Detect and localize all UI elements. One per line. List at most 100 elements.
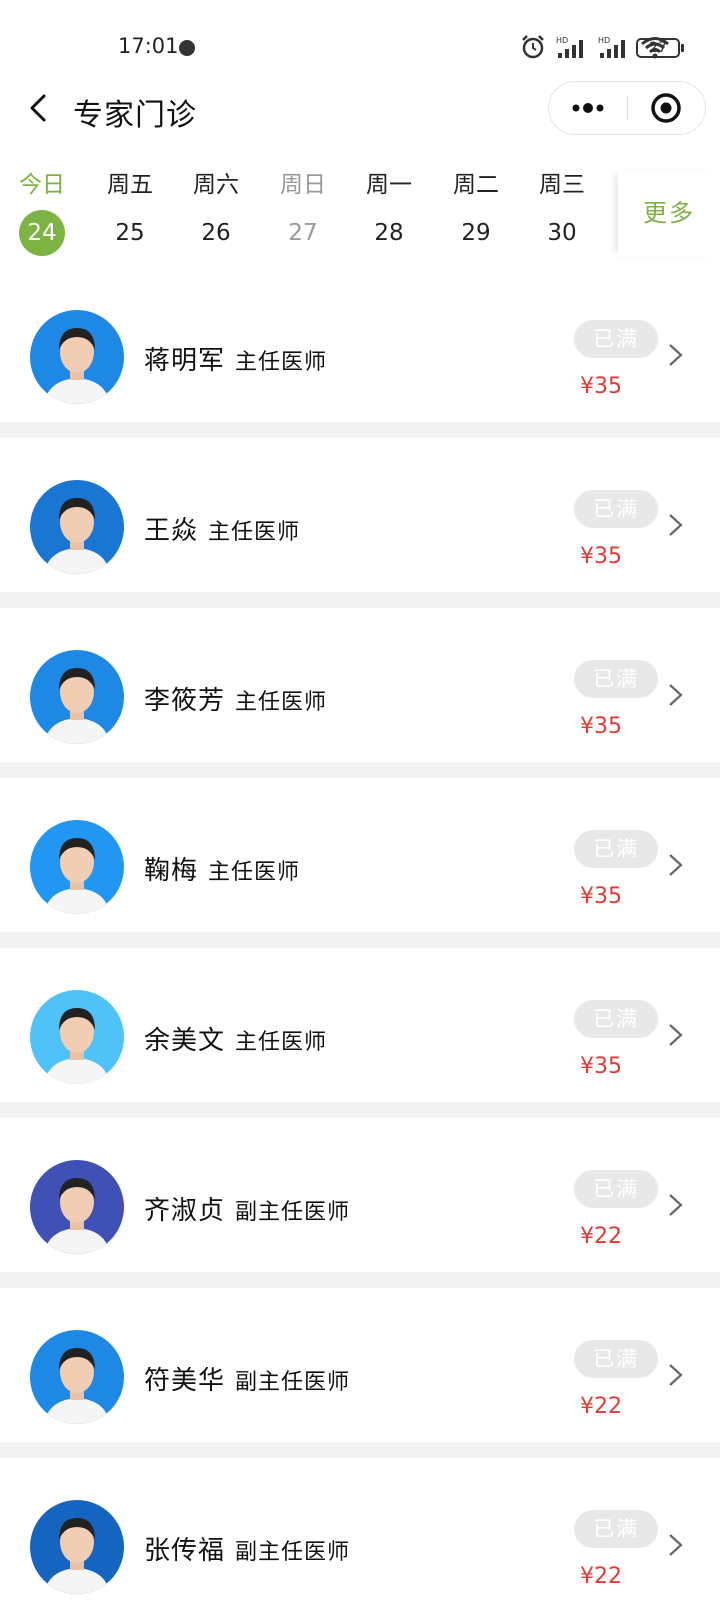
mini-program-capsule: [548, 81, 706, 135]
doctor-avatar: [30, 1500, 124, 1594]
consult-price: ¥22: [580, 1224, 622, 1249]
doctor-avatar: [30, 650, 124, 744]
battery-level: 27: [649, 40, 667, 56]
full-status-badge: 已满: [574, 1170, 658, 1208]
date-tab-day: 26: [201, 220, 231, 246]
doctor-row[interactable]: 余美文 主任医师 已满 ¥35: [0, 948, 720, 1118]
doctor-row[interactable]: 鞠梅 主任医师 已满 ¥35: [0, 778, 720, 948]
date-tab-day: 27: [288, 220, 318, 246]
doctor-avatar: [30, 1330, 124, 1424]
date-tab[interactable]: 今日 24: [0, 166, 84, 262]
chevron-right-icon: [669, 1534, 683, 1556]
doctor-list: 蒋明军 主任医师 已满 ¥35 王焱 主任医师 已满 ¥35 李筱芳 主任医师 已满 ¥35 鞠梅 主任医…: [0, 268, 720, 1600]
doctor-row[interactable]: 王焱 主任医师 已满 ¥35: [0, 438, 720, 608]
doctor-name-block: 蒋明军 主任医师: [144, 340, 327, 377]
doctor-name: 蒋明军: [144, 346, 226, 376]
close-mini-program-button[interactable]: [628, 82, 706, 134]
doctor-title: 副主任医师: [235, 1370, 351, 1395]
full-status-badge: 已满: [574, 830, 658, 868]
date-tab-weekday: 周六: [193, 172, 239, 198]
more-dates-label: 更多: [643, 199, 695, 227]
chevron-right-icon: [669, 854, 683, 876]
more-dots-icon: [572, 103, 604, 113]
doctor-avatar: [30, 1160, 124, 1254]
doctor-row[interactable]: 符美华 副主任医师 已满 ¥22: [0, 1288, 720, 1458]
chevron-right-icon: [669, 684, 683, 706]
doctor-title: 主任医师: [235, 690, 328, 715]
doctor-title: 主任医师: [208, 520, 301, 545]
chevron-right-icon: [669, 344, 683, 366]
date-tab[interactable]: 周二 29: [434, 166, 518, 262]
consult-price: ¥35: [580, 884, 622, 909]
doctor-row[interactable]: 齐淑贞 副主任医师 已满 ¥22: [0, 1118, 720, 1288]
avatar-photo-icon: [30, 1500, 124, 1594]
doctor-row[interactable]: 李筱芳 主任医师 已满 ¥35: [0, 608, 720, 778]
consult-price: ¥35: [580, 1054, 622, 1079]
full-status-badge: 已满: [574, 1340, 658, 1378]
svg-text:HD: HD: [598, 36, 610, 45]
full-status-badge: 已满: [574, 1000, 658, 1038]
doctor-name-block: 李筱芳 主任医师: [144, 680, 327, 717]
doctor-name-block: 齐淑贞 副主任医师: [144, 1190, 350, 1227]
avatar-photo-icon: [30, 1160, 124, 1254]
doctor-avatar: [30, 990, 124, 1084]
doctor-name-block: 符美华 副主任医师: [144, 1360, 350, 1397]
date-tab[interactable]: 周五 25: [88, 166, 172, 262]
chevron-left-icon: [30, 94, 46, 122]
back-button[interactable]: [22, 86, 66, 130]
doctor-title: 主任医师: [235, 1030, 328, 1055]
date-tab-day: 24: [19, 210, 65, 256]
doctor-name: 符美华: [144, 1366, 226, 1396]
consult-price: ¥35: [580, 714, 622, 739]
consult-price: ¥22: [580, 1564, 622, 1589]
full-status-badge: 已满: [574, 320, 658, 358]
more-dates-button[interactable]: 更多: [618, 170, 720, 256]
consult-price: ¥22: [580, 1394, 622, 1419]
doctor-row[interactable]: 张传福 副主任医师 已满 ¥22: [0, 1458, 720, 1600]
doctor-title: 主任医师: [208, 860, 301, 885]
doctor-title: 主任医师: [235, 350, 328, 375]
date-tab[interactable]: 周三 30: [520, 166, 604, 262]
date-tab[interactable]: 周日 27: [261, 166, 345, 262]
doctor-row[interactable]: 蒋明军 主任医师 已满 ¥35: [0, 268, 720, 438]
date-tab-day: 29: [461, 220, 491, 246]
doctor-title: 副主任医师: [235, 1200, 351, 1225]
date-tab-day: 25: [115, 220, 145, 246]
date-tab-weekday: 周一: [366, 172, 412, 198]
doctor-name: 余美文: [144, 1026, 226, 1056]
date-tabs: 今日 24 周五 25 周六 26 周日 27 周一 28 周二 29 周三 30: [0, 166, 720, 266]
svg-text:HD: HD: [556, 36, 568, 45]
status-time: 17:01: [118, 34, 179, 58]
more-options-button[interactable]: [549, 82, 627, 134]
avatar-photo-icon: [30, 310, 124, 404]
full-status-badge: 已满: [574, 1510, 658, 1548]
nav-bar: 专家门诊: [0, 80, 720, 136]
doctor-name-block: 张传福 副主任医师: [144, 1530, 350, 1567]
date-tab-day: 30: [547, 220, 577, 246]
avatar-photo-icon: [30, 990, 124, 1084]
doctor-name: 张传福: [144, 1536, 226, 1566]
avatar-photo-icon: [30, 480, 124, 574]
date-tab-weekday: 今日: [19, 172, 65, 198]
chevron-right-icon: [669, 514, 683, 536]
battery-tip: [681, 44, 684, 52]
date-tab-day: 28: [374, 220, 404, 246]
avatar-photo-icon: [30, 650, 124, 744]
consult-price: ¥35: [580, 544, 622, 569]
full-status-badge: 已满: [574, 490, 658, 528]
doctor-avatar: [30, 480, 124, 574]
date-tab-weekday: 周二: [453, 172, 499, 198]
avatar-photo-icon: [30, 820, 124, 914]
signal-hd-icon: HD: [556, 36, 583, 58]
doctor-avatar: [30, 310, 124, 404]
doctor-avatar: [30, 820, 124, 914]
date-tab-weekday: 周三: [539, 172, 585, 198]
status-bar: 17:01 HD HD 27: [0, 0, 720, 80]
date-tab[interactable]: 周六 26: [174, 166, 258, 262]
alarm-icon: [522, 35, 544, 59]
date-tab[interactable]: 周一 28: [347, 166, 431, 262]
doctor-name: 齐淑贞: [144, 1196, 226, 1226]
chevron-right-icon: [669, 1024, 683, 1046]
battery-indicator: 27: [636, 38, 680, 58]
notification-dot-icon: [179, 40, 195, 56]
